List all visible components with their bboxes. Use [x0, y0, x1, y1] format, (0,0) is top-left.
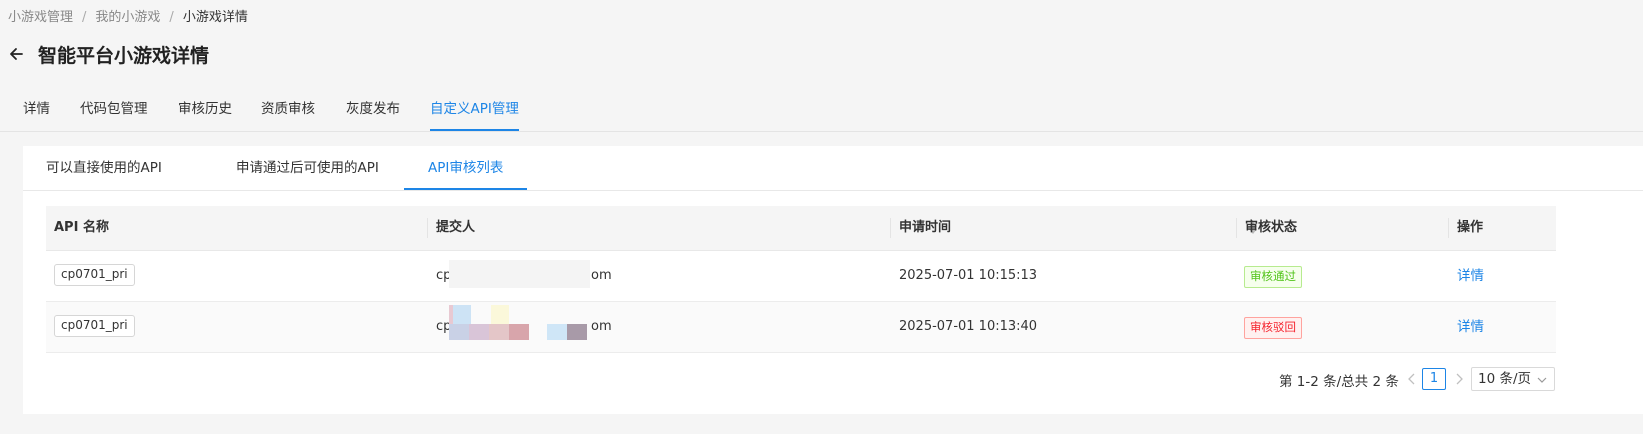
title-row: 智能平台小游戏详情 — [6, 40, 209, 68]
redacted-blur — [449, 260, 590, 288]
redacted-blur — [491, 305, 509, 325]
column-header-review-status: 审核状态 — [1245, 220, 1298, 235]
apply-time: 2025-07-01 10:13:40 — [899, 319, 1038, 334]
breadcrumb-separator: / — [169, 10, 174, 25]
page-title: 智能平台小游戏详情 — [38, 44, 210, 67]
column-header-api-name: API 名称 — [54, 220, 109, 235]
content-card: 可以直接使用的API 申请通过后可使用的API API审核列表 API 名称 提… — [23, 146, 1643, 414]
api-review-table: API 名称 提交人 申请时间 审核状态 操作 cp0701_pri cp om… — [46, 206, 1556, 353]
redacted-blur — [509, 324, 529, 340]
subtab-direct-api[interactable]: 可以直接使用的API — [46, 146, 162, 190]
column-header-submitter: 提交人 — [436, 220, 476, 235]
tab-code-package[interactable]: 代码包管理 — [80, 90, 148, 130]
redacted-blur — [469, 324, 489, 340]
column-header-apply-time-label: 申请时间 — [899, 220, 952, 235]
pagination-total: 第 1-2 条/总共 2 条 — [1279, 374, 1399, 390]
detail-link[interactable]: 详情 — [1457, 251, 1484, 301]
main-tabs: 详情 代码包管理 审核历史 资质审核 灰度发布 自定义API管理 — [0, 90, 1643, 132]
redacted-blur — [453, 305, 471, 325]
table-header: API 名称 提交人 申请时间 审核状态 操作 — [46, 206, 1556, 251]
tab-custom-api[interactable]: 自定义API管理 — [430, 90, 519, 131]
apply-time: 2025-07-01 10:15:13 — [899, 268, 1038, 283]
redacted-blur — [547, 324, 567, 340]
redacted-blur — [449, 324, 469, 340]
submitter-suffix: om — [591, 268, 612, 283]
back-arrow-icon[interactable] — [6, 44, 26, 64]
api-name-tag: cp0701_pri — [54, 315, 135, 337]
api-name-tag: cp0701_pri — [54, 264, 135, 286]
column-divider — [890, 218, 891, 238]
tab-review-history[interactable]: 审核历史 — [178, 90, 232, 130]
column-header-action: 操作 — [1457, 220, 1484, 235]
prev-page-icon[interactable] — [1407, 372, 1421, 388]
page-size-select[interactable]: 10 条/页 — [1471, 367, 1555, 391]
subtab-approved-api[interactable]: 申请通过后可使用的API — [236, 146, 379, 190]
status-badge-rejected: 审核驳回 — [1244, 317, 1302, 339]
status-badge-approved: 审核通过 — [1244, 266, 1302, 288]
tab-gray-release[interactable]: 灰度发布 — [346, 90, 400, 130]
table-row: cp0701_pri cp om 2025-07-01 10:13:40 审核驳… — [46, 302, 1556, 353]
breadcrumb-separator: / — [82, 10, 87, 25]
tab-details[interactable]: 详情 — [23, 90, 50, 130]
column-divider — [1448, 218, 1449, 238]
column-header-apply-time[interactable]: 申请时间 — [899, 206, 1257, 250]
detail-link[interactable]: 详情 — [1457, 302, 1484, 352]
breadcrumb-item-current: 小游戏详情 — [182, 10, 248, 25]
subtab-api-review-list[interactable]: API审核列表 — [404, 146, 528, 190]
page-size-label: 10 条/页 — [1478, 371, 1532, 387]
page-number-current[interactable]: 1 — [1422, 368, 1446, 390]
table-row: cp0701_pri cp om 2025-07-01 10:15:13 审核通… — [46, 251, 1556, 302]
redacted-blur — [489, 324, 509, 340]
submitter-suffix: om — [591, 319, 612, 334]
tab-qualification[interactable]: 资质审核 — [261, 90, 315, 130]
next-page-icon[interactable] — [1454, 372, 1468, 388]
breadcrumb: 小游戏管理 / 我的小游戏 / 小游戏详情 — [8, 6, 248, 25]
sub-tabs: 可以直接使用的API 申请通过后可使用的API API审核列表 — [23, 146, 1643, 191]
column-divider — [1236, 218, 1237, 238]
submitter-cell: cp om — [436, 251, 636, 301]
breadcrumb-item-game-management[interactable]: 小游戏管理 — [8, 10, 73, 25]
redacted-blur — [567, 324, 587, 340]
chevron-down-icon — [1537, 373, 1547, 383]
breadcrumb-item-my-games[interactable]: 我的小游戏 — [95, 10, 160, 25]
column-divider — [427, 218, 428, 238]
submitter-cell: cp om — [436, 302, 636, 352]
